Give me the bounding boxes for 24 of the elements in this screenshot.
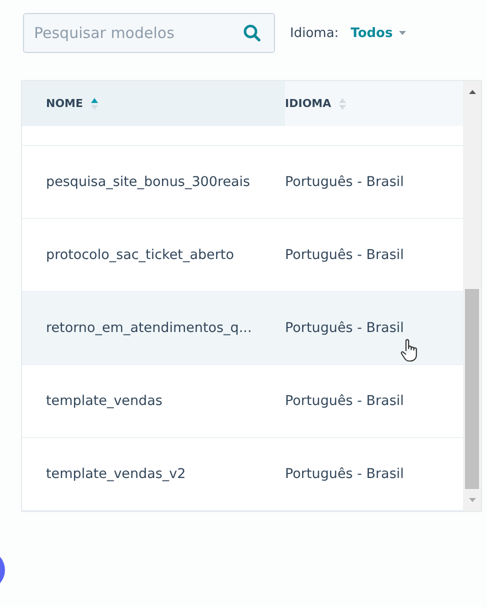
table-row[interactable]: retorno_em_atendimentos_q... Português - Brasil <box>22 292 463 365</box>
table-cell-text: pesquisa_site_bonus_300reais <box>45 174 252 190</box>
sort-icon <box>339 98 346 110</box>
column-header[interactable]: IDIOMA <box>285 81 463 126</box>
table-cell-text: Português - Brasil <box>285 393 405 409</box>
filter-label: Idioma: <box>290 26 339 40</box>
table-cell-text: Português - Brasil <box>285 466 405 482</box>
caret-icon <box>398 31 406 35</box>
scrollbar[interactable] <box>463 81 481 511</box>
table-cell-text: Português - Brasil <box>285 320 405 336</box>
table-cell-text: template_vendas_v2 <box>45 466 187 482</box>
table-cell-text: protocolo_sac_ticket_aberto <box>45 247 235 263</box>
column-header[interactable]: NOME <box>22 81 285 126</box>
table-cell-text: retorno_em_atendimentos_q... <box>45 320 253 336</box>
hand-cursor-icon <box>400 338 418 362</box>
scroll-down-icon <box>468 498 476 502</box>
sort-icon <box>91 98 98 110</box>
table-cell-text: Português - Brasil <box>285 174 405 190</box>
table-cell-text: Português - Brasil <box>285 247 405 263</box>
table-cell-text: template_vendas <box>45 393 164 409</box>
search-field[interactable]: Pesquisar modelos <box>23 13 275 53</box>
scroll-up-icon <box>468 90 476 94</box>
search-icon <box>243 24 261 42</box>
language-dropdown[interactable]: Todos <box>350 26 406 40</box>
